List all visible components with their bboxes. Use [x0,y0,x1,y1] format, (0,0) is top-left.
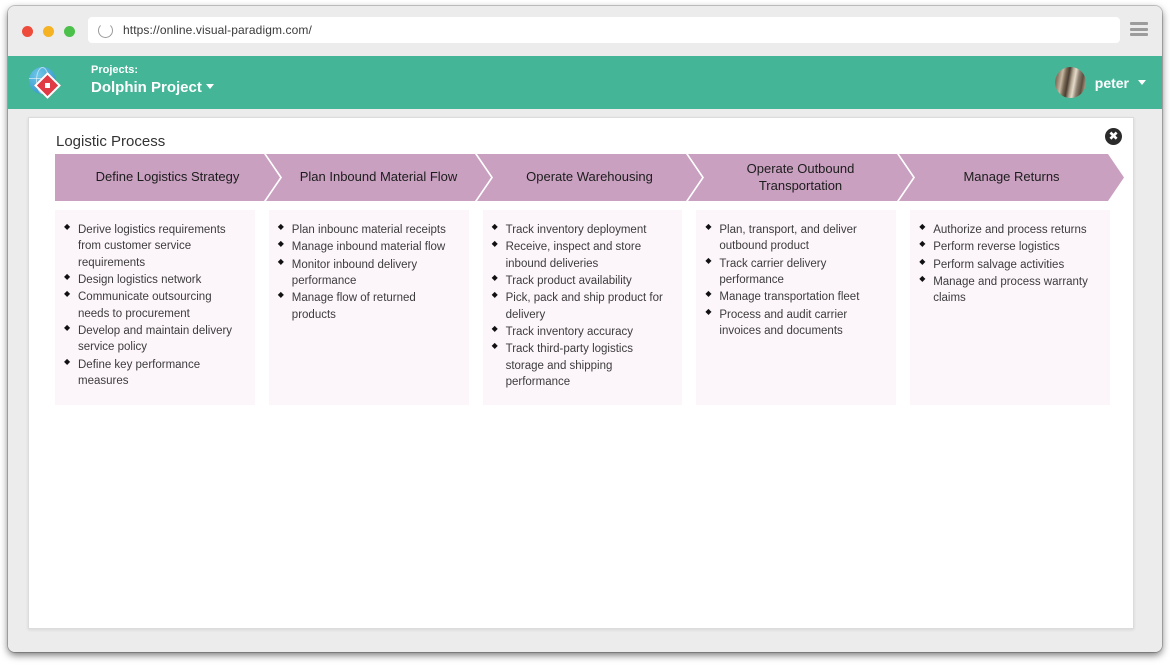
user-menu[interactable]: peter [1054,67,1146,98]
task-list: Plan, transport, and deliver outbound pr… [704,221,886,340]
close-window-button[interactable] [22,26,33,37]
reload-icon[interactable] [98,22,113,38]
avatar [1054,67,1086,98]
list-item: Track third-party logistics storage and … [491,340,673,390]
process-stage-body: Plan, transport, and deliver outbound pr… [696,210,897,406]
list-item: Process and audit carrier invoices and d… [704,306,886,340]
list-item: Track carrier delivery performance [704,255,886,289]
process-stage-headers: Define Logistics Strategy Plan Inbound M… [55,154,1110,201]
process-stage-title: Define Logistics Strategy [95,169,240,185]
list-item: Plan, transport, and deliver outbound pr… [704,221,886,255]
minimize-window-button[interactable] [43,26,54,37]
close-icon[interactable]: ✖ [1105,128,1122,145]
process-stage-body: Track inventory deployment Receive, insp… [482,210,683,406]
list-item: Perform salvage activities [918,256,1100,273]
url-bar[interactable]: https://online.visual-paradigm.com/ [88,17,1120,43]
process-stage-bodies: Derive logistics requirements from custo… [55,210,1110,406]
list-item: Communicate outsourcing needs to procure… [63,288,245,322]
chevron-down-icon[interactable] [1138,80,1146,85]
list-item: Manage and process warranty claims [918,273,1100,307]
visual-paradigm-logo-icon[interactable] [29,67,61,99]
page-body: ✖ Logistic Process Define Logistics Stra… [8,109,1162,652]
list-item: Manage flow of returned products [277,289,459,323]
list-item: Manage transportation fleet [704,288,886,305]
task-list: Plan inbounc material receipts Manage in… [277,221,459,323]
process-stage-title: Operate Outbound Transportation [746,161,855,193]
url-text: https://online.visual-paradigm.com/ [123,23,312,37]
browser-window: https://online.visual-paradigm.com/ Proj… [8,6,1162,652]
process-diagram: Define Logistics Strategy Plan Inbound M… [55,154,1110,406]
list-item: Track inventory accuracy [491,323,673,340]
browser-toolbar: https://online.visual-paradigm.com/ [8,6,1162,56]
project-name: Dolphin Project [91,79,202,97]
list-item: Track product availability [491,272,673,289]
list-item: Monitor inbound delivery performance [277,256,459,290]
task-list: Derive logistics requirements from custo… [63,221,245,390]
hamburger-menu-icon[interactable] [1130,22,1148,36]
process-stage-body: Derive logistics requirements from custo… [55,210,255,406]
list-item: Design logistics network [63,271,245,288]
list-item: Develop and maintain delivery service po… [63,322,245,356]
process-stage-header[interactable]: Manage Returns [899,154,1124,201]
list-item: Define key performance measures [63,356,245,390]
process-stage-title: Plan Inbound Material Flow [299,169,458,185]
process-stage-header[interactable]: Define Logistics Strategy [55,154,280,201]
process-stage-title: Manage Returns [963,169,1060,185]
list-item: Derive logistics requirements from custo… [63,221,245,271]
list-item: Pick, pack and ship product for delivery [491,289,673,323]
list-item: Authorize and process returns [918,221,1100,238]
process-stage-body: Plan inbounc material receipts Manage in… [268,210,469,406]
app-header: Projects: Dolphin Project peter [8,56,1162,109]
task-list: Authorize and process returns Perform re… [918,221,1100,307]
process-stage-title: Operate Warehousing [526,169,653,185]
maximize-window-button[interactable] [64,26,75,37]
chevron-down-icon[interactable] [205,84,214,90]
user-name: peter [1094,74,1129,91]
process-stage-header[interactable]: Plan Inbound Material Flow [266,154,491,201]
list-item: Plan inbounc material receipts [277,221,459,238]
list-item: Receive, inspect and store inbound deliv… [491,238,673,272]
window-traffic-lights[interactable] [22,26,75,37]
task-list: Track inventory deployment Receive, insp… [491,221,673,390]
logistic-process-dialog: ✖ Logistic Process Define Logistics Stra… [28,117,1134,629]
project-selector[interactable]: Projects: Dolphin Project [91,64,214,97]
process-stage-header[interactable]: Operate Outbound Transportation [688,154,913,201]
list-item: Manage inbound material flow [277,238,459,255]
list-item: Perform reverse logistics [918,238,1100,255]
process-stage-header[interactable]: Operate Warehousing [477,154,702,201]
page-title: Logistic Process [56,133,166,150]
projects-label: Projects: [91,64,139,76]
process-stage-body: Authorize and process returns Perform re… [910,210,1110,406]
list-item: Track inventory deployment [491,221,673,238]
